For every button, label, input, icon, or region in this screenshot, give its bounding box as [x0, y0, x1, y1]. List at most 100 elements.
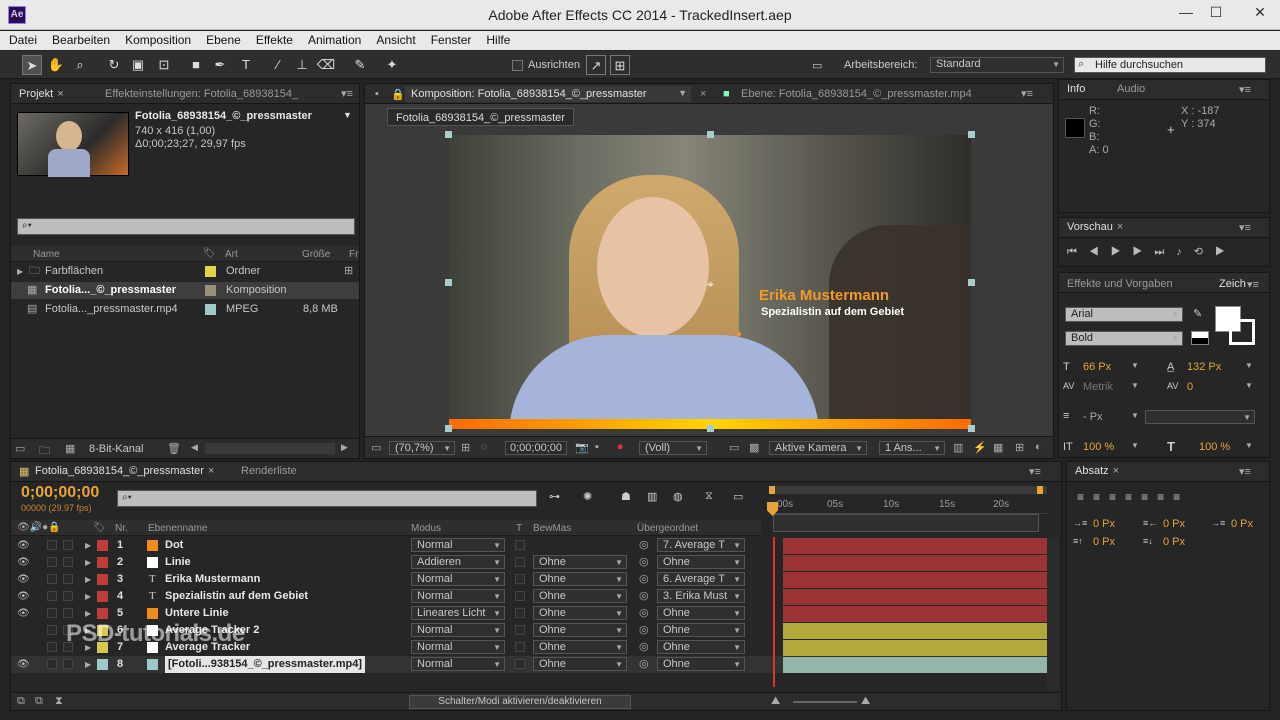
- exposure-icon[interactable]: ◐: [1035, 441, 1042, 453]
- vertical-scale-value[interactable]: 100 %: [1083, 441, 1114, 453]
- new-folder-icon[interactable]: 🗀: [39, 442, 50, 461]
- align-checkbox[interactable]: [512, 60, 523, 71]
- snap-grid-icon[interactable]: ⊞: [610, 55, 630, 75]
- horizontal-scale-dropdown-icon[interactable]: ▼: [1245, 441, 1253, 450]
- loop-icon[interactable]: ⟲: [1194, 246, 1215, 258]
- grid-icon[interactable]: ⊞: [461, 441, 470, 454]
- blend-mode-select[interactable]: Normal: [411, 640, 505, 654]
- close-window-icon[interactable]: ✕: [1240, 2, 1280, 24]
- parent-select[interactable]: Ohne: [657, 657, 745, 671]
- col-ebenenname[interactable]: Ebenenname: [148, 523, 208, 534]
- resolution-select[interactable]: (Voll): [639, 441, 707, 455]
- panel-menu-icon[interactable]: ▾≡: [1239, 465, 1251, 478]
- time-ruler[interactable]: 00s 05s 10s 15s 20s: [771, 496, 1047, 514]
- layer-duration-bar[interactable]: [783, 640, 1047, 656]
- space-before-value[interactable]: 0 Px: [1093, 536, 1115, 548]
- preserve-transparency-toggle[interactable]: [515, 540, 525, 550]
- justify-center-icon[interactable]: ≡: [1141, 490, 1157, 504]
- layer-label-color[interactable]: [97, 540, 108, 551]
- comp-timecode[interactable]: 0;00;00;00: [505, 441, 567, 455]
- preserve-transparency-toggle[interactable]: [515, 574, 525, 584]
- layer-duration-bar[interactable]: [783, 606, 1047, 622]
- leading-value[interactable]: 132 Px: [1187, 361, 1221, 373]
- trash-icon[interactable]: 🗑: [167, 442, 181, 455]
- justify-right-icon[interactable]: ≡: [1157, 490, 1173, 504]
- col-modus[interactable]: Modus: [411, 523, 441, 534]
- align-right-icon[interactable]: ≡: [1109, 490, 1125, 504]
- flowchart-icon[interactable]: ⊞: [1015, 441, 1024, 454]
- roto-brush-tool-icon[interactable]: ✎: [350, 55, 370, 75]
- layer-label-color[interactable]: [97, 608, 108, 619]
- hand-tool-icon[interactable]: ✋: [46, 55, 66, 75]
- comp-viewer[interactable]: Erika Mustermann Spezialistin auf dem Ge…: [449, 135, 971, 429]
- solo-toggle[interactable]: [47, 557, 57, 567]
- vertical-scale-dropdown-icon[interactable]: ▼: [1131, 441, 1139, 450]
- menu-komposition[interactable]: Komposition: [116, 31, 197, 47]
- lock-toggle[interactable]: [63, 540, 73, 550]
- panel-menu-icon[interactable]: ▾≡: [1029, 465, 1041, 478]
- tab-effekte-vorgaben[interactable]: Effekte und Vorgaben: [1067, 278, 1173, 290]
- stroke-style-select[interactable]: [1145, 410, 1255, 424]
- menu-bearbeiten[interactable]: Bearbeiten: [43, 31, 116, 47]
- font-size-dropdown-icon[interactable]: ▼: [1131, 361, 1139, 370]
- pick-whip-icon[interactable]: ◎: [639, 605, 649, 622]
- align-left-icon[interactable]: ≡: [1077, 490, 1093, 504]
- parent-select[interactable]: Ohne: [657, 606, 745, 620]
- panel-menu-icon[interactable]: ▾≡: [341, 87, 353, 100]
- color-swap-icon[interactable]: [1191, 331, 1209, 345]
- camera-select[interactable]: Aktive Kamera: [769, 441, 867, 455]
- work-area-bar[interactable]: [771, 486, 1047, 494]
- solo-toggle[interactable]: [47, 625, 57, 635]
- brush-tool-icon[interactable]: ⁄: [268, 55, 288, 75]
- transform-handle[interactable]: [968, 131, 975, 138]
- tab-projekt[interactable]: Projekt ×: [19, 88, 64, 100]
- puppet-pin-tool-icon[interactable]: ✦: [382, 55, 402, 75]
- item-dropdown-icon[interactable]: ▼: [343, 110, 352, 120]
- lock-toggle[interactable]: [63, 591, 73, 601]
- justify-left-icon[interactable]: ≡: [1125, 490, 1141, 504]
- blend-mode-select[interactable]: Normal: [411, 589, 505, 603]
- solo-toggle[interactable]: [47, 659, 57, 669]
- preserve-transparency-toggle[interactable]: [515, 591, 525, 601]
- stroke-width-dropdown-icon[interactable]: ▼: [1131, 411, 1139, 420]
- col-art[interactable]: Art: [225, 249, 238, 260]
- bit-depth-label[interactable]: 8-Bit-Kanal: [89, 443, 143, 455]
- expand-arrow-icon[interactable]: ▶: [17, 263, 23, 280]
- col-name[interactable]: Name: [33, 249, 60, 260]
- col-t[interactable]: T: [516, 523, 522, 534]
- layer-duration-bar[interactable]: [783, 623, 1047, 639]
- transform-handle[interactable]: [445, 131, 452, 138]
- align-center-icon[interactable]: ≡: [1093, 490, 1109, 504]
- zoom-slider[interactable]: [793, 701, 857, 703]
- parent-select[interactable]: Ohne: [657, 555, 745, 569]
- visibility-eye-icon[interactable]: 👁: [17, 537, 30, 554]
- shape-tool-icon[interactable]: ■: [186, 55, 206, 75]
- leading-dropdown-icon[interactable]: ▼: [1245, 361, 1253, 370]
- tab-info[interactable]: Info: [1067, 83, 1085, 95]
- expand-arrow-icon[interactable]: ▶: [85, 656, 91, 673]
- stroke-width-value[interactable]: - Px: [1083, 411, 1103, 423]
- kerning-value[interactable]: Metrik: [1083, 381, 1113, 393]
- menu-hilfe[interactable]: Hilfe: [477, 31, 516, 47]
- layer-label-color[interactable]: [97, 591, 108, 602]
- pixel-aspect-icon[interactable]: ▥: [953, 441, 963, 454]
- pick-whip-icon[interactable]: ◎: [639, 656, 649, 673]
- zoom-navigator[interactable]: [773, 514, 1039, 532]
- track-matte-select[interactable]: Ohne: [533, 572, 627, 586]
- menu-datei[interactable]: Datei: [0, 31, 43, 47]
- tab-audio[interactable]: Audio: [1117, 83, 1145, 95]
- track-matte-select[interactable]: Ohne: [533, 640, 627, 654]
- expand-arrow-icon[interactable]: ▶: [85, 537, 91, 554]
- comp-subtab[interactable]: Fotolia_68938154_©_pressmaster: [387, 108, 574, 126]
- col-uebergeordnet[interactable]: Übergeordnet: [637, 523, 698, 534]
- scroll-right-icon[interactable]: ▶: [341, 442, 348, 453]
- first-frame-icon[interactable]: ⏮: [1067, 246, 1089, 258]
- blend-mode-select[interactable]: Normal: [411, 657, 505, 671]
- tab-ebene[interactable]: Ebene: Fotolia_68938154_©_pressmaster.mp…: [741, 88, 972, 100]
- panel-menu-icon[interactable]: ▾≡: [1239, 221, 1251, 234]
- layer-label-color[interactable]: [97, 574, 108, 585]
- mask-visibility-icon[interactable]: ◌: [481, 441, 488, 453]
- track-matte-select[interactable]: Ohne: [533, 589, 627, 603]
- region-of-interest-icon[interactable]: ▭: [729, 441, 739, 454]
- layer-name[interactable]: Erika Mustermann: [165, 571, 260, 588]
